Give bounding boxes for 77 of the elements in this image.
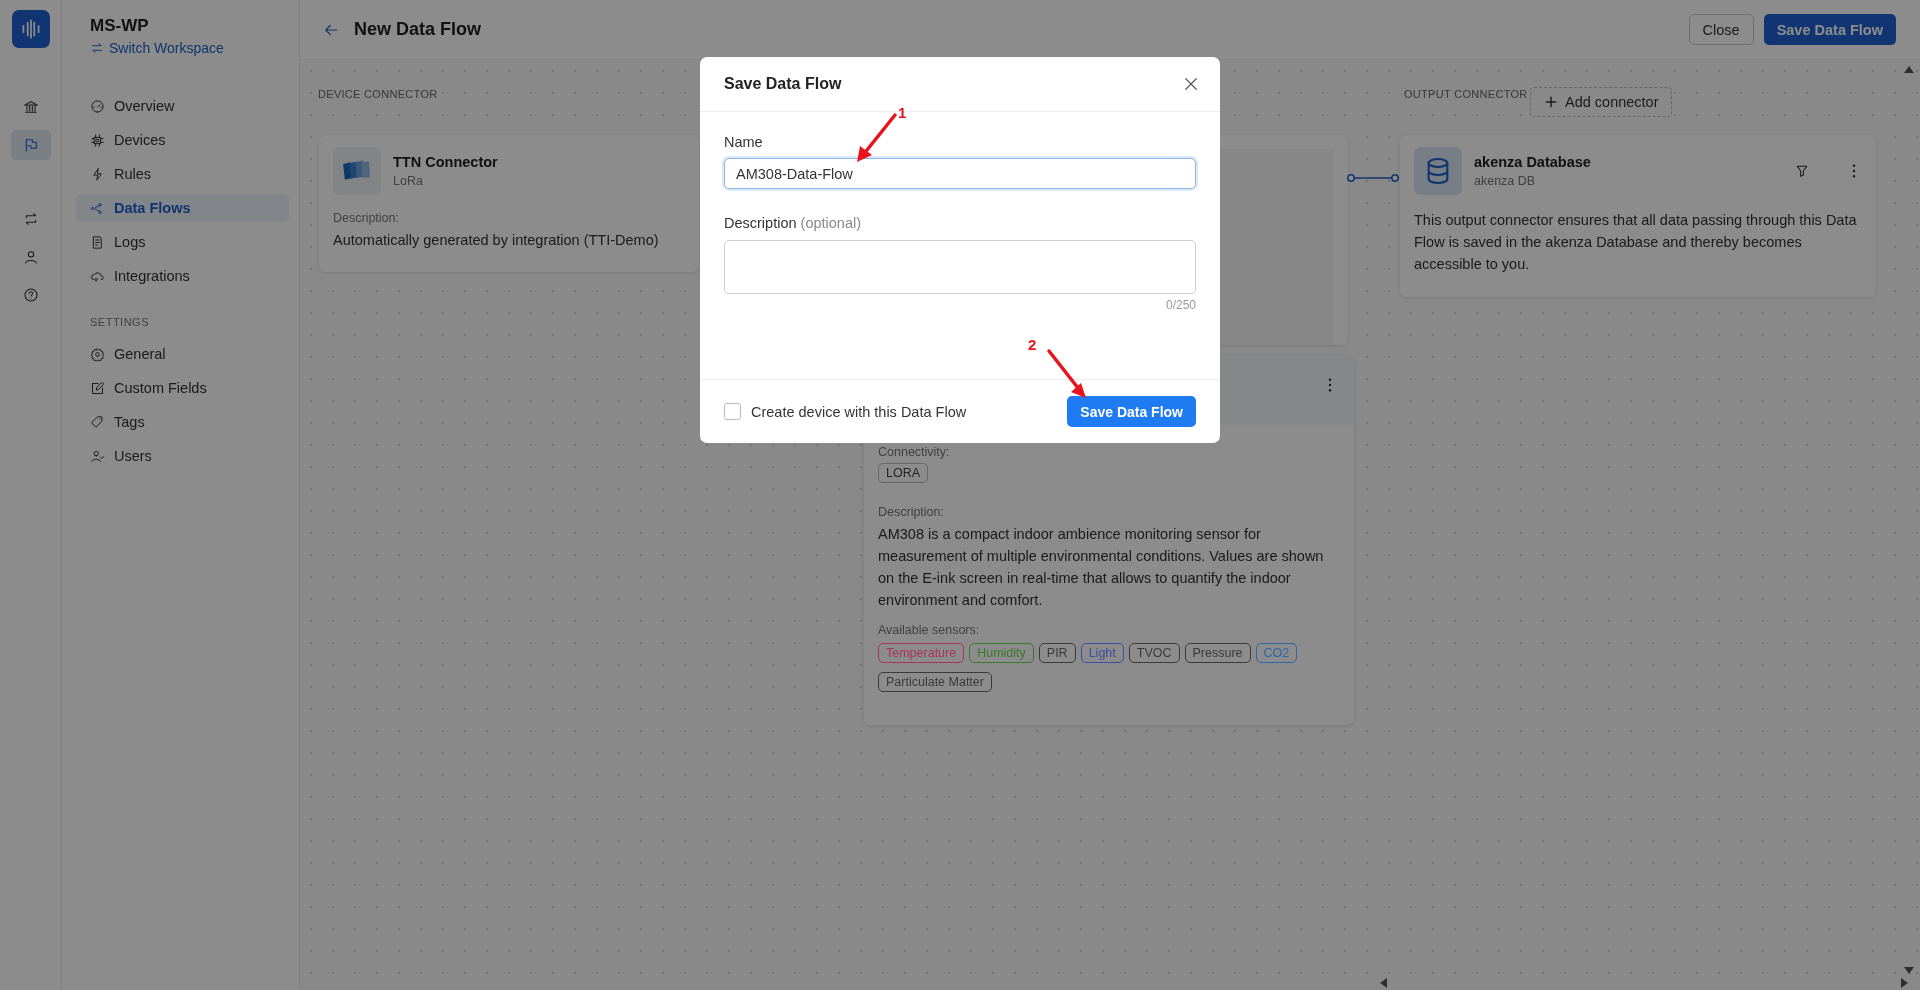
description-text: AM308 is a compact indoor ambience monitoring sensor for measurement of multiple environmental conditions. Values are shown on the E-ink screen in real-time that allows to quantify the indoor environment and comfort. — [878, 525, 1325, 610]
nav-item[interactable]: General — [76, 340, 289, 368]
share-icon — [90, 200, 105, 216]
field-label: Description (optional) — [724, 215, 862, 231]
checkbox[interactable] — [724, 403, 741, 420]
connector-card[interactable]: TTN Connector LoRa Description: Automatically generated by integration (TTI-Demo) — [319, 135, 699, 272]
nav-item[interactable]: Logs — [76, 228, 289, 256]
description-field[interactable] — [724, 240, 1196, 294]
more-icon[interactable] — [1328, 378, 1332, 392]
connector-title: akenza Database — [1474, 154, 1591, 170]
nav-item[interactable]: Tags — [76, 408, 289, 436]
plus-icon — [1543, 94, 1559, 110]
users-icon — [90, 448, 105, 464]
lightning-icon — [90, 166, 105, 182]
description-label: Description: — [878, 505, 945, 519]
annotation-arrow — [855, 112, 899, 164]
switch-workspace-link[interactable]: Switch Workspace — [90, 40, 224, 56]
checkbox-label: Create device with this Data Flow — [751, 403, 967, 420]
edit-icon — [90, 380, 105, 396]
nav-item[interactable]: Data Flows — [76, 194, 289, 222]
sensor-tag: TVOC — [1128, 643, 1180, 663]
flag-icon[interactable] — [10, 130, 51, 160]
scroll-down-icon[interactable] — [1904, 967, 1914, 974]
scroll-left-icon[interactable] — [1380, 978, 1387, 988]
annotation-number: 1 — [898, 104, 907, 121]
description-label: Description: — [333, 211, 400, 225]
page-title: New Data Flow — [354, 19, 482, 40]
settings-icon — [90, 346, 105, 362]
nav-item[interactable]: Users — [76, 442, 289, 470]
scroll-up-icon[interactable] — [1904, 66, 1914, 73]
save-button[interactable]: Save Data Flow — [1763, 14, 1896, 45]
swap-arrows-icon — [90, 41, 104, 55]
section-heading: SETTINGS — [90, 316, 149, 328]
character-counter: 0/250 — [1165, 298, 1196, 312]
sensor-tag: Temperature — [878, 643, 965, 663]
more-icon[interactable] — [1852, 164, 1856, 178]
sensor-tag: CO2 — [1255, 643, 1298, 663]
connector-subtitle: LoRa — [393, 174, 424, 188]
description-text: Automatically generated by integration (TTI-Demo) — [333, 231, 660, 250]
description-text: This output connector ensures that all data passing through this Data Flow is saved in the akenza Database and thereby becomes accessible to you. — [1414, 211, 1858, 274]
add-connector-button[interactable]: Add connector — [1530, 87, 1672, 117]
app-logo[interactable] — [11, 10, 50, 48]
nav-item[interactable]: Devices — [76, 126, 289, 154]
chip-icon — [90, 132, 105, 148]
nav-item[interactable]: Custom Fields — [76, 374, 289, 402]
dialog-title: Save Data Flow — [724, 75, 842, 93]
sensor-tag: PIR — [1038, 643, 1076, 663]
save-button[interactable]: Save Data Flow — [1067, 396, 1196, 427]
connectivity-label: Connectivity: — [878, 445, 951, 459]
sensor-tag: Particulate Matter — [878, 672, 992, 692]
sensors-label: Available sensors: — [878, 623, 981, 637]
sensor-tag: Light — [1080, 643, 1124, 663]
filter-icon[interactable] — [1794, 163, 1810, 179]
close-icon[interactable] — [1182, 75, 1200, 93]
output-connector-card[interactable]: akenza Database akenza DB This output connector ensures that all data passing through this Data Flow is saved in the akenza Database and thereby becomes accessible to you. — [1400, 135, 1876, 297]
scroll-right-icon[interactable] — [1901, 978, 1908, 988]
field-label: Name — [724, 134, 764, 150]
workspace-name: MS-WP — [90, 16, 149, 36]
database-icon — [1414, 147, 1462, 195]
nav-item[interactable]: Overview — [76, 92, 289, 120]
name-field[interactable]: AM308-Data-Flow — [724, 158, 1196, 189]
column-heading: DEVICE CONNECTOR — [318, 88, 438, 100]
column-heading: OUTPUT CONNECTOR — [1404, 88, 1528, 100]
tag-icon — [90, 414, 105, 430]
connectivity-tag: LORA — [878, 463, 929, 483]
sensor-tag: Pressure — [1184, 643, 1251, 663]
nav-item[interactable]: Rules — [76, 160, 289, 188]
document-icon — [90, 234, 105, 250]
connector-title: TTN Connector — [393, 154, 498, 170]
sensor-tag: Humidity — [969, 643, 1034, 663]
annotation-arrow — [1045, 348, 1089, 400]
gauge-icon — [90, 98, 105, 114]
close-button[interactable]: Close — [1688, 14, 1754, 45]
connector-subtitle: akenza DB — [1474, 174, 1537, 188]
annotation-number: 2 — [1028, 336, 1037, 353]
cards-icon — [333, 147, 381, 195]
nav-item[interactable]: Integrations — [76, 262, 289, 290]
